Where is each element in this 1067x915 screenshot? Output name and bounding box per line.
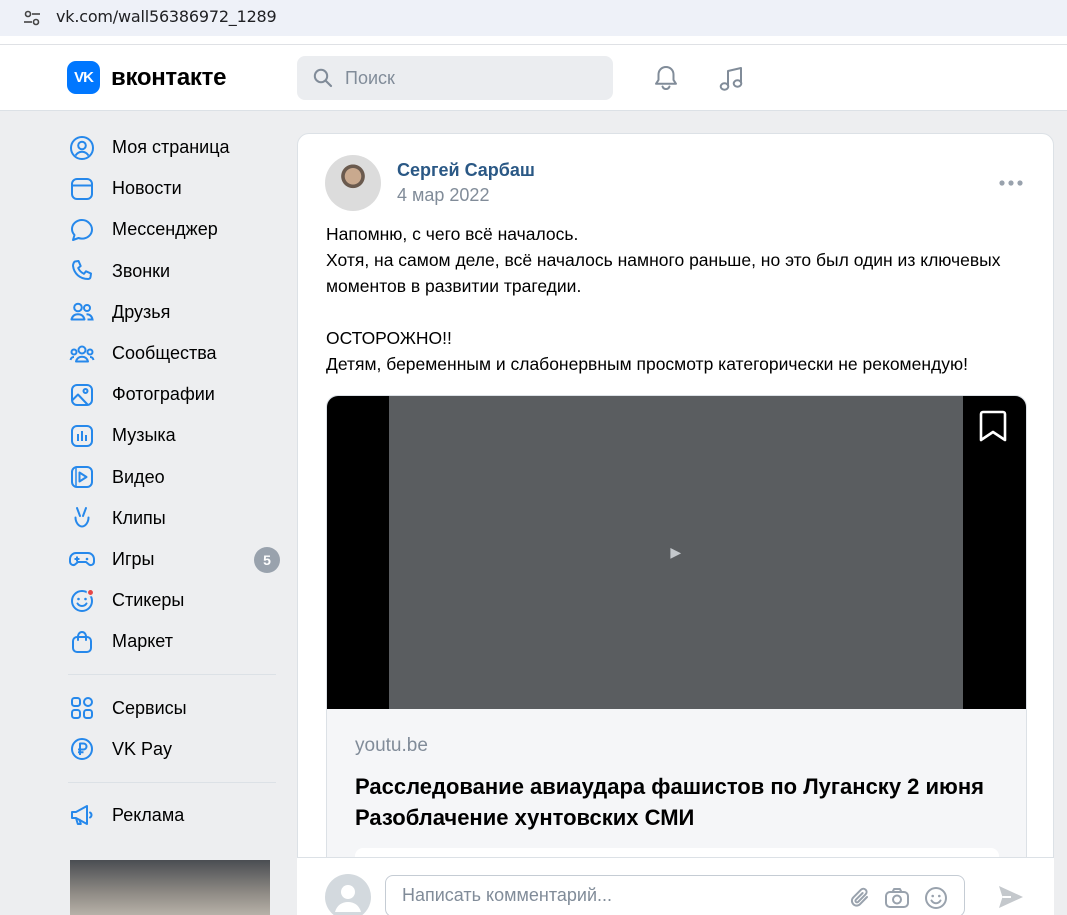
link-domain: youtu.be [355, 735, 428, 756]
sidebar-item-label: Стикеры [112, 590, 185, 611]
sidebar-divider [68, 781, 276, 783]
sidebar-item-calls[interactable]: Звонки [68, 251, 280, 292]
sidebar-item-label: Видео [112, 466, 165, 487]
current-user-avatar[interactable] [325, 874, 371, 915]
camera-icon[interactable] [884, 886, 910, 910]
video-thumbnail-placeholder: ▶ [670, 544, 682, 560]
sidebar-item-label: Моя страница [112, 137, 230, 158]
site-settings-icon[interactable] [22, 8, 42, 28]
sidebar-item-my-page[interactable]: Моя страница [68, 127, 280, 168]
megaphone-icon [68, 801, 96, 829]
post-text-line: Хотя, на самом деле, всё началось намног… [326, 250, 1006, 296]
sidebar-divider [68, 674, 276, 676]
browser-address-bar: vk.com/wall56386972_1289 [0, 0, 1067, 45]
post-text-line: Напомню, с чего всё началось. [326, 224, 579, 244]
sidebar-item-news[interactable]: Новости [68, 168, 280, 209]
send-icon[interactable] [997, 884, 1025, 910]
sidebar-item-label: Звонки [112, 260, 171, 281]
music-note-icon[interactable] [717, 64, 747, 94]
sidebar-item-label: Маркет [112, 631, 173, 652]
sidebar-item-label: Сервисы [112, 697, 187, 718]
vk-logo-mark: VK [67, 61, 100, 94]
emoji-icon[interactable] [924, 886, 948, 910]
url-text[interactable]: vk.com/wall56386972_1289 [56, 7, 277, 26]
user-circle-icon [68, 134, 96, 162]
sidebar-item-label: Сообщества [112, 343, 217, 364]
sidebar-item-market[interactable]: Маркет [68, 621, 280, 662]
post-text-line: Детям, беременным и слабонервным просмот… [326, 354, 968, 374]
comment-field[interactable] [385, 875, 965, 915]
photo-icon [68, 381, 96, 409]
sidebar-ad-image[interactable] [70, 860, 270, 915]
video-thumbnail[interactable]: ▶ [389, 396, 963, 709]
bell-icon[interactable] [652, 64, 680, 92]
video-icon [68, 463, 96, 491]
sidebar-item-label: Новости [112, 178, 182, 199]
vk-header: VK вконтакте [0, 45, 1067, 111]
author-avatar[interactable] [325, 155, 381, 211]
sidebar-item-vk-pay[interactable]: VK Pay [68, 729, 280, 770]
sidebar-item-music[interactable]: Музыка [68, 415, 280, 456]
communities-icon [68, 340, 96, 368]
more-options-icon[interactable] [998, 178, 1024, 188]
sidebar-item-video[interactable]: Видео [68, 457, 280, 498]
sidebar-item-label: Фотографии [112, 384, 215, 405]
sidebar-item-photos[interactable]: Фотографии [68, 374, 280, 415]
sidebar-item-label: Реклама [112, 804, 185, 825]
sidebar-item-ads[interactable]: Реклама [68, 795, 280, 836]
post-text: Напомню, с чего всё началось. Хотя, на с… [326, 221, 1026, 377]
sidebar-item-messenger[interactable]: Мессенджер [68, 209, 280, 250]
sidebar-item-label: Друзья [112, 301, 171, 322]
phone-icon [68, 257, 96, 285]
post-text-line: ОСТОРОЖНО!! [326, 328, 452, 348]
ruble-icon [68, 735, 96, 763]
sidebar-item-label: Музыка [112, 425, 176, 446]
sidebar-item-communities[interactable]: Сообщества [68, 333, 280, 374]
sidebar-item-friends[interactable]: Друзья [68, 292, 280, 333]
search-input[interactable] [345, 67, 585, 89]
gamepad-icon [68, 545, 96, 573]
comment-composer [297, 857, 1054, 915]
wall-post: Сергей Сарбаш 4 мар 2022 Напомню, с чего… [297, 133, 1054, 915]
search-box[interactable] [297, 56, 613, 100]
search-icon [313, 68, 333, 88]
music-icon [68, 422, 96, 450]
sticker-icon [68, 587, 96, 615]
sidebar-item-label: Мессенджер [112, 219, 218, 240]
bookmark-icon[interactable] [977, 408, 1009, 444]
url-bar[interactable]: vk.com/wall56386972_1289 [0, 0, 1067, 36]
video-preview[interactable]: ▶ [327, 396, 1026, 709]
sidebar-item-games[interactable]: Игры 5 [68, 539, 280, 580]
vk-logo[interactable]: VK вконтакте [67, 61, 226, 94]
friends-icon [68, 298, 96, 326]
games-count-badge: 5 [254, 546, 280, 573]
sidebar-item-label: Игры [112, 548, 155, 569]
shopping-bag-icon [68, 628, 96, 656]
post-date[interactable]: 4 мар 2022 [397, 185, 489, 206]
left-sidebar: Моя страница Новости Мессенджер Звонки Д… [68, 127, 280, 836]
sidebar-item-label: VK Pay [112, 738, 173, 759]
clips-icon [68, 504, 96, 532]
sidebar-item-label: Клипы [112, 507, 166, 528]
news-icon [68, 175, 96, 203]
comment-input[interactable] [402, 885, 822, 906]
sidebar-item-services[interactable]: Сервисы [68, 687, 280, 728]
user-silhouette-icon [335, 885, 361, 912]
chat-bubble-icon [68, 216, 96, 244]
sidebar-item-stickers[interactable]: Стикеры [68, 580, 280, 621]
link-attachment[interactable]: ▶ youtu.be Расследование авиаудара фашис… [326, 395, 1027, 914]
services-icon [68, 694, 96, 722]
sidebar-item-clips[interactable]: Клипы [68, 498, 280, 539]
link-title[interactable]: Расследование авиаудара фашистов по Луга… [355, 771, 1005, 833]
post-author-name[interactable]: Сергей Сарбаш [397, 160, 535, 181]
paperclip-icon[interactable] [850, 886, 872, 910]
vk-logo-text: вконтакте [111, 63, 227, 91]
